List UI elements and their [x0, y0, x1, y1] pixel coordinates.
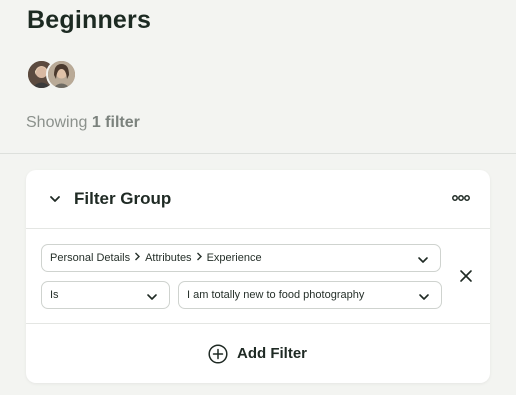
path-segment: Personal Details: [50, 252, 131, 264]
chevron-down-icon: [418, 290, 430, 302]
close-icon[interactable]: [458, 268, 474, 284]
filter-summary: Showing 1 filter: [26, 114, 140, 132]
plus-circle-icon: [208, 344, 228, 364]
operator-value: Is: [50, 289, 59, 301]
chevron-down-icon: [146, 290, 158, 302]
filter-group-card: Filter Group Personal Details Attributes E…: [26, 170, 490, 383]
attribute-path-select[interactable]: Personal Details Attributes Experience: [41, 244, 441, 272]
path-segment: Experience: [206, 252, 262, 264]
chevron-down-icon: [417, 253, 429, 265]
divider: [0, 153, 516, 154]
add-filter-label: Add Filter: [237, 345, 307, 362]
summary-prefix: Showing: [26, 114, 88, 131]
chevron-down-icon[interactable]: [48, 192, 62, 206]
page-title: Beginners: [27, 6, 152, 34]
operator-select[interactable]: Is: [41, 281, 170, 309]
summary-count: 1 filter: [91, 114, 140, 131]
filter-group-title: Filter Group: [74, 189, 172, 208]
chevron-right-icon: [196, 252, 203, 264]
filter-row: Personal Details Attributes Experience Is …: [26, 228, 490, 324]
filter-group-header: Filter Group: [26, 170, 490, 229]
value-select[interactable]: I am totally new to food photography: [178, 281, 442, 309]
chevron-right-icon: [134, 252, 141, 264]
avatar[interactable]: [46, 59, 77, 90]
ellipsis-icon[interactable]: [452, 190, 470, 206]
filter-value: I am totally new to food photography: [187, 289, 365, 301]
path-segment: Attributes: [145, 252, 192, 264]
